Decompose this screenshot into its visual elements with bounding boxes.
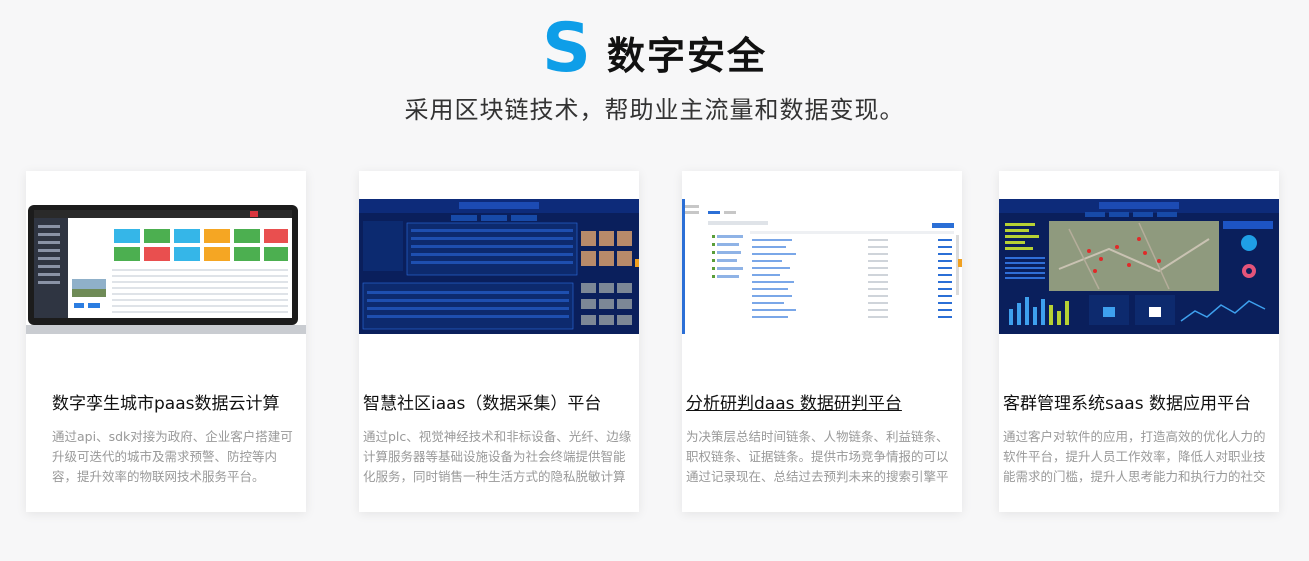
section-subtitle: 采用区块链技术，帮助业主流量和数据变现。 [404, 96, 905, 124]
section-title: 数字安全 [606, 34, 767, 78]
product-screenshot-laptop [26, 199, 306, 334]
section-logo-letter: S [542, 9, 591, 88]
product-screenshot-analysis [682, 199, 962, 334]
card-title[interactable]: 客群管理系统saas 数据应用平台 [1003, 389, 1279, 414]
card-description: 为决策层总结时间链条、人物链条、利益链条、职权链条、证据链条。提供市场竞争情报的… [686, 429, 949, 484]
product-card-daas[interactable]: 分析研判daas 数据研判平台 为决策层总结时间链条、人物链条、利益链条、职权链… [682, 171, 962, 512]
card-title[interactable]: 数字孪生城市paas数据云计算 [52, 389, 306, 414]
card-title[interactable]: 智慧社区iaas（数据采集）平台 [363, 389, 639, 414]
product-card-saas[interactable]: 客群管理系统saas 数据应用平台 通过客户对软件的应用，打造高效的优化人力的软… [999, 171, 1279, 512]
product-screenshot-community [359, 199, 639, 334]
card-description: 通过客户对软件的应用，打造高效的优化人力的软件平台，提升人员工作效率，降低人对职… [1003, 429, 1266, 484]
product-screenshot-map-dashboard [999, 199, 1279, 334]
section-header: S 数字安全 采用区块链技术，帮助业主流量和数据变现。 [0, 0, 1309, 140]
product-card-paas[interactable]: 数字孪生城市paas数据云计算 通过api、sdk对接为政府、企业客户搭建可升级… [26, 171, 306, 512]
title-row: S 数字安全 [0, 9, 1309, 88]
card-description: 通过plc、视觉神经技术和非标设备、光纤、边缘计算服务器等基础设施设备为社会终端… [363, 429, 632, 484]
card-description: 通过api、sdk对接为政府、企业客户搭建可升级可迭代的城市及需求预警、防控等内… [52, 429, 293, 484]
card-title[interactable]: 分析研判daas 数据研判平台 [686, 389, 962, 414]
product-card-iaas[interactable]: 智慧社区iaas（数据采集）平台 通过plc、视觉神经技术和非标设备、光纤、边缘… [359, 171, 639, 512]
